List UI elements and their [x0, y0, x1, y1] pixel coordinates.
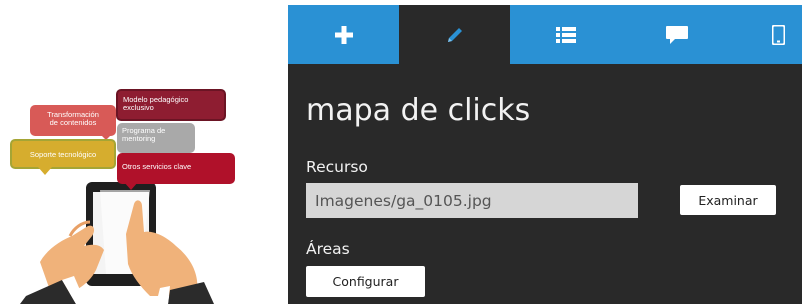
- comment-icon: [665, 25, 688, 44]
- bubble-modelo-pedagogico: Modelo pedagógico exclusivo: [116, 89, 226, 121]
- tab-bar: [288, 5, 802, 64]
- mobile-icon: [772, 24, 785, 45]
- bubble-programa-mentoring: Programa de mentoring: [117, 123, 195, 153]
- bubble-transformacion: Transformación de contenidos: [30, 105, 116, 136]
- tab-add[interactable]: [288, 5, 399, 64]
- bubble-otros-servicios: Otros servicios clave: [117, 153, 235, 184]
- tab-mobile[interactable]: [732, 5, 802, 64]
- tab-comments[interactable]: [621, 5, 732, 64]
- browse-button[interactable]: Examinar: [680, 185, 776, 215]
- resource-path-field[interactable]: Imagenes/ga_0105.jpg: [306, 183, 638, 218]
- resource-label: Recurso: [306, 158, 368, 176]
- bubble-tail: [38, 167, 52, 175]
- tablet-services-illustration: Transformación de contenidos Modelo peda…: [0, 0, 288, 304]
- pencil-icon: [447, 27, 462, 42]
- tab-list[interactable]: [510, 5, 621, 64]
- tab-edit[interactable]: [399, 5, 510, 64]
- plus-icon: [334, 25, 353, 44]
- page-title: mapa de clicks: [306, 93, 531, 128]
- configure-button[interactable]: Configurar: [306, 266, 425, 297]
- list-icon: [555, 26, 576, 43]
- editor-panel: mapa de clicks Recurso Imagenes/ga_0105.…: [288, 5, 802, 304]
- areas-label: Áreas: [306, 240, 350, 258]
- bubble-tail: [124, 182, 138, 190]
- bubble-soporte-tecnologico: Soporte tecnológico: [10, 139, 116, 169]
